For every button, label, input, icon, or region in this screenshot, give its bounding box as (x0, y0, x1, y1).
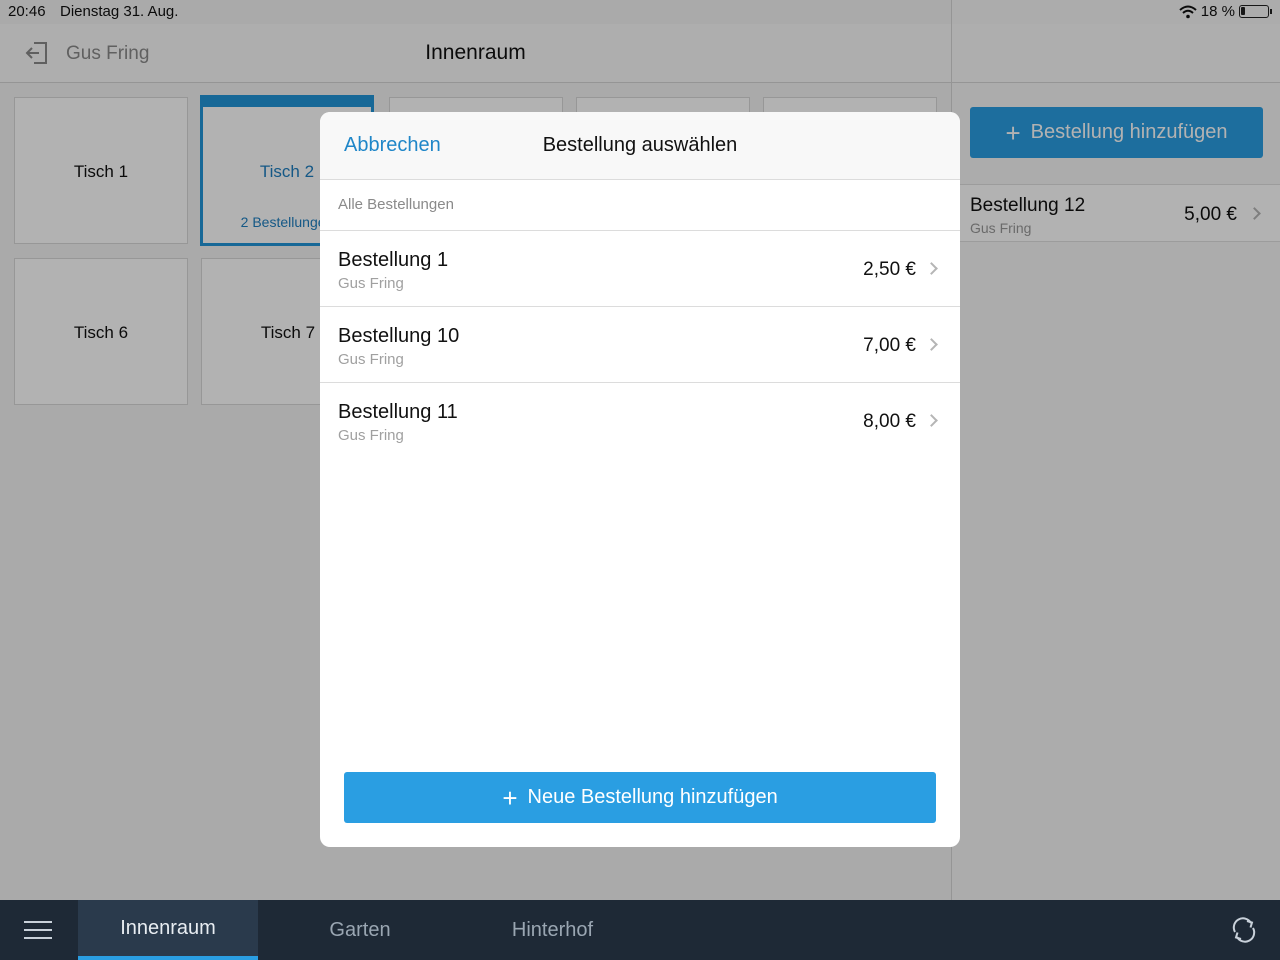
order-price: 8,00 € (863, 411, 916, 432)
sync-icon[interactable] (1228, 914, 1260, 946)
order-name: Bestellung 11 (338, 401, 458, 423)
order-user: Gus Fring (338, 275, 404, 292)
order-name: Bestellung 1 (338, 249, 449, 271)
chevron-right-icon (925, 262, 938, 275)
dialog-title: Bestellung auswählen (542, 134, 738, 156)
bottom-tab-bar: Innenraum Garten Hinterhof (0, 900, 1280, 960)
select-order-dialog: Abbrechen Bestellung auswählen Alle Best… (320, 112, 960, 847)
chevron-right-icon (925, 338, 938, 351)
section-label: Alle Bestellungen (338, 196, 454, 213)
dialog-header: Abbrechen Bestellung auswählen (320, 112, 960, 180)
tab-hinterhof[interactable]: Hinterhof (480, 900, 625, 960)
tab-garten[interactable]: Garten (290, 900, 430, 960)
order-row[interactable]: Bestellung 1 Gus Fring 2,50 € (320, 231, 960, 307)
hamburger-menu-icon[interactable] (24, 921, 52, 939)
plus-icon: + (502, 782, 518, 813)
tab-innenraum[interactable]: Innenraum (78, 900, 258, 960)
new-order-button[interactable]: + Neue Bestellung hinzufügen (344, 772, 936, 823)
order-price: 7,00 € (863, 335, 916, 356)
order-user: Gus Fring (338, 427, 404, 444)
order-row[interactable]: Bestellung 11 Gus Fring 8,00 € (320, 383, 960, 459)
chevron-right-icon (925, 414, 938, 427)
order-price: 2,50 € (863, 259, 916, 280)
new-order-label: Neue Bestellung hinzufügen (527, 786, 778, 808)
order-name: Bestellung 10 (338, 325, 460, 347)
order-user: Gus Fring (338, 351, 404, 368)
order-row[interactable]: Bestellung 10 Gus Fring 7,00 € (320, 307, 960, 383)
